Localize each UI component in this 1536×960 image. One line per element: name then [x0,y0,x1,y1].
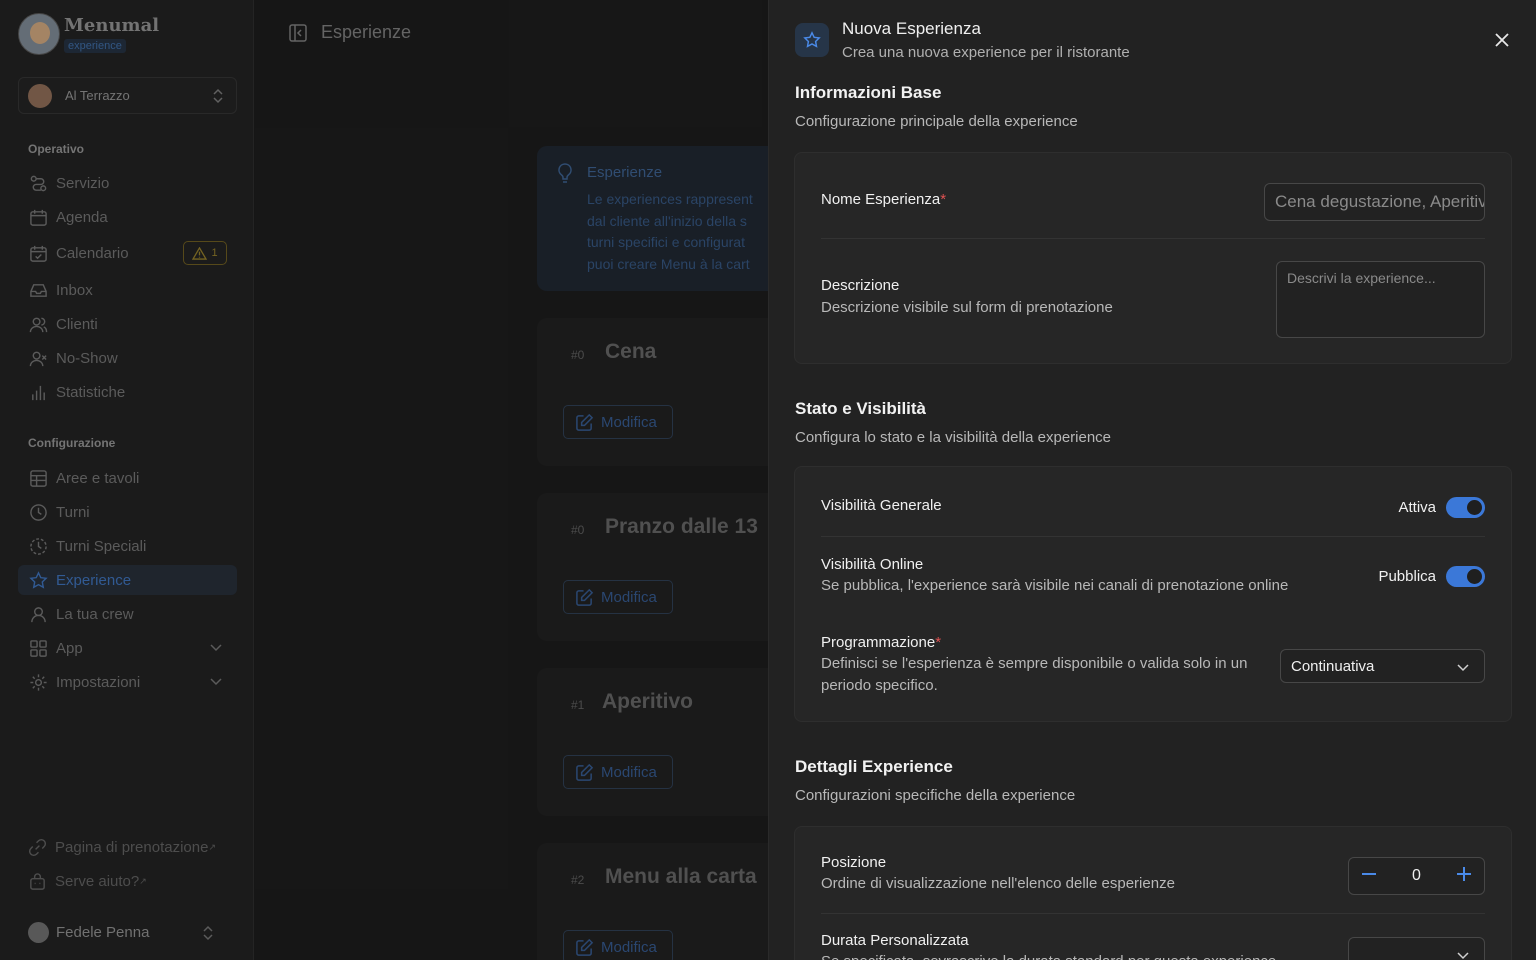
general-visibility-value: Attiva [1398,499,1436,516]
chevron-down-icon [1456,948,1470,960]
general-visibility-label: Visibilità Generale [821,497,942,514]
divider [821,238,1485,239]
modal-overlay[interactable] [0,0,768,960]
divider [821,913,1485,914]
section-title-dettagli: Dettagli Experience [795,757,953,776]
plus-icon[interactable] [1455,865,1473,888]
section-title-base: Informazioni Base [795,83,942,102]
description-textarea[interactable]: Descrivi la experience... [1276,261,1485,338]
panel-subtitle: Crea una nuova experience per il ristora… [842,44,1130,61]
toggle-switch[interactable] [1446,566,1485,587]
section-subtitle-dettagli: Configurazioni specifiche della experien… [795,787,1076,804]
base-info-card: Nome Esperienza* Cena degustazione, Aper… [794,152,1512,364]
details-card: Posizione Ordine di visualizzazione nell… [794,826,1512,960]
star-icon [795,23,829,57]
programmazione-label: Programmazione* [821,634,942,651]
minus-icon[interactable] [1360,865,1378,888]
general-visibility-toggle[interactable]: Attiva [1398,497,1485,518]
visibility-card: Visibilità Generale Attiva Visibilità On… [794,466,1512,722]
toggle-switch[interactable] [1446,497,1485,518]
position-help: Ordine di visualizzazione nell'elenco de… [821,875,1175,892]
programmazione-select[interactable]: Continuativa [1280,649,1485,683]
name-label: Nome Esperienza* [821,191,947,208]
online-visibility-label: Visibilità Online [821,556,924,573]
section-subtitle-stato: Configura lo stato e la visibilità della… [795,429,1112,446]
description-help: Descrizione visibile sul form di prenota… [821,299,1113,316]
online-visibility-toggle[interactable]: Pubblica [1378,566,1485,587]
online-visibility-help: Se pubblica, l'experience sarà visibile … [821,577,1289,594]
online-visibility-value: Pubblica [1378,568,1436,585]
divider [821,536,1485,537]
programmazione-help: Definisci se l'esperienza è sempre dispo… [821,655,1248,694]
close-icon[interactable] [1494,32,1510,48]
panel-title: Nuova Esperienza [842,19,981,38]
position-value: 0 [1412,867,1421,884]
position-label: Posizione [821,854,887,871]
programmazione-value: Continuativa [1291,657,1375,675]
position-stepper[interactable]: 0 [1348,857,1485,895]
custom-duration-label: Durata Personalizzata [821,932,969,949]
description-label: Descrizione [821,277,900,294]
name-input[interactable]: Cena degustazione, Aperitivo [1264,183,1485,221]
new-experience-panel: Nuova Esperienza Crea una nuova experien… [768,0,1536,960]
custom-duration-select[interactable] [1348,937,1485,960]
section-subtitle-base: Configurazione principale della experien… [795,113,1078,130]
chevron-down-icon [1456,660,1470,674]
custom-duration-help: Se specificata, sovrascrive la durata st… [821,951,1301,960]
section-title-stato: Stato e Visibilità [795,399,927,418]
